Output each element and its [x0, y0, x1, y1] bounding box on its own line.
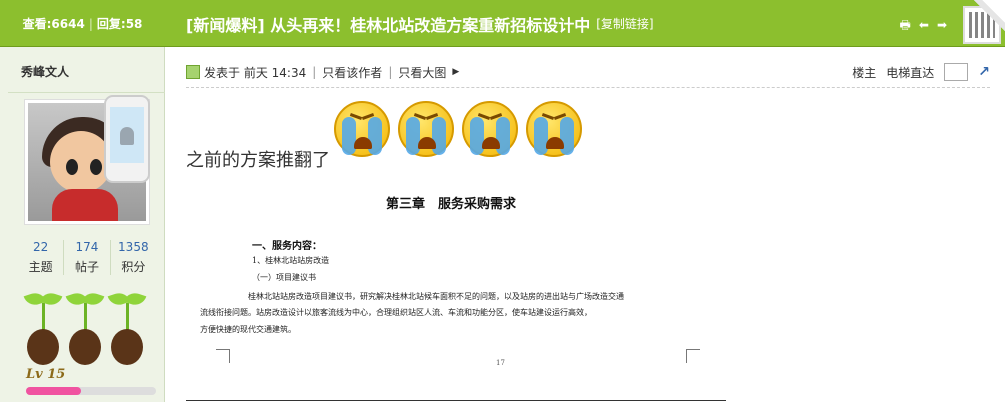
avatar-face: [50, 131, 112, 193]
sprout-seed: [27, 329, 59, 365]
crying-emoji-icon: [334, 101, 390, 157]
tear: [432, 117, 446, 155]
thread-header-bar: 查看: 6644 | 回复: 58 [新闻爆料] 从头再来！桂林北站改造方案重新…: [0, 0, 1005, 52]
crop-mark: [686, 349, 700, 363]
big-image-link[interactable]: 只看大图: [398, 64, 446, 81]
mouth: [418, 137, 436, 149]
replies-label: 回复:: [96, 17, 126, 31]
sprout-icon: [23, 290, 63, 365]
stat-value[interactable]: 174: [64, 240, 109, 254]
thread-title-area: [新闻爆料] 从头再来！桂林北站改造方案重新招标设计中 [复制链接]: [186, 0, 654, 47]
author-only-link[interactable]: 只看该作者: [322, 64, 382, 81]
sprout-stem: [84, 303, 87, 331]
floor-jump-input[interactable]: [944, 63, 969, 81]
document-image[interactable]: 第三章 服务采购需求 一、服务内容： 1、桂林北站站房改造 （一）项目建议书 桂…: [186, 183, 726, 383]
document-line: 1、桂林北站站房改造: [252, 256, 330, 265]
stat-value[interactable]: 22: [18, 240, 63, 254]
document-line: 流线衔接问题。站房改造设计以旅客流线为中心，合理组织站区人流、车流和功能分区，使…: [200, 308, 592, 317]
document-page-number: 17: [496, 359, 505, 367]
sprout-seed: [69, 329, 101, 365]
tear: [406, 117, 420, 155]
sprout-stem: [42, 303, 45, 331]
profile-divider: [8, 92, 165, 93]
crying-emoji-icon: [462, 101, 518, 157]
document-section: 一、服务内容：: [252, 241, 322, 252]
sprout-seed: [111, 329, 143, 365]
level-badge-sprouts: [23, 290, 147, 365]
crying-emoji-icon: [398, 101, 454, 157]
stat-label: 帖子: [74, 260, 99, 274]
tear: [342, 117, 356, 155]
tear: [470, 117, 484, 155]
author-username[interactable]: 秀峰文人: [21, 63, 69, 80]
avatar-eye: [66, 159, 78, 175]
mouth: [482, 137, 500, 149]
post-meta-bar: 发表于 前天 14:34 | 只看该作者 | 只看大图 ▶ 楼主 电梯直达 ↗: [186, 58, 990, 86]
user-level: Lv 15: [26, 367, 66, 382]
author-profile-panel: 秀峰文人 22 主题 174 帖子 1358 积分 Lv 15: [0, 47, 165, 402]
post-body-text: 之前的方案推翻了: [186, 150, 330, 171]
arrow-right-icon[interactable]: ➡: [937, 19, 947, 31]
triangle-right-icon[interactable]: ▶: [452, 67, 459, 77]
author-stat-posts[interactable]: 174 帖子: [64, 240, 111, 275]
crop-mark: [216, 349, 230, 363]
qr-code-icon[interactable]: [963, 6, 1001, 44]
tear: [368, 117, 382, 155]
sprout-icon: [107, 290, 147, 365]
copy-link-button[interactable]: [复制链接]: [596, 15, 653, 32]
jump-go-icon[interactable]: ↗: [978, 64, 990, 80]
stat-value[interactable]: 1358: [111, 240, 156, 254]
content-bottom-divider: [186, 400, 726, 401]
avatar-eye: [90, 159, 102, 175]
sprout-icon: [65, 290, 105, 365]
document-line: 方便快捷的现代交通建筑。: [200, 325, 296, 334]
mouth: [354, 137, 372, 149]
tear: [560, 117, 574, 155]
online-status-icon: [186, 65, 200, 79]
thread-stats: 查看: 6644 | 回复: 58: [0, 0, 165, 47]
floor-label: 楼主: [852, 65, 877, 80]
post-navigation: 楼主 电梯直达 ↗: [852, 58, 990, 86]
meta-divider: |: [312, 65, 317, 79]
tear: [534, 117, 548, 155]
document-line: （一）项目建议书: [252, 273, 316, 282]
stat-label: 积分: [121, 260, 146, 274]
crying-emoji-icon: [526, 101, 582, 157]
post-header-divider: [186, 87, 990, 88]
level-progress-fill: [26, 387, 81, 395]
mobile-device-badge: [104, 95, 150, 183]
android-icon: [120, 127, 134, 145]
thread-actions: 🖶 ⬅ ➡: [900, 19, 947, 31]
sprout-stem: [126, 303, 129, 331]
views-count: 6644: [51, 16, 85, 31]
stat-label: 主题: [28, 260, 53, 274]
print-icon[interactable]: 🖶: [900, 19, 911, 31]
level-progress-bar: [26, 387, 156, 395]
replies-count: 58: [125, 16, 143, 31]
avatar-shirt: [52, 189, 118, 221]
document-heading: 第三章 服务采购需求: [386, 197, 517, 212]
meta-divider: |: [388, 65, 393, 79]
posted-time: 前天 14:34: [243, 65, 307, 80]
mouth: [546, 137, 564, 149]
author-stat-topics[interactable]: 22 主题: [18, 240, 65, 275]
views-label: 查看:: [22, 17, 52, 31]
tear: [496, 117, 510, 155]
emoji-row: [334, 101, 582, 157]
jump-label: 电梯直达: [886, 65, 935, 80]
author-stats: 22 主题 174 帖子 1358 积分: [18, 240, 156, 275]
thread-title[interactable]: [新闻爆料] 从头再来！桂林北站改造方案重新招标设计中: [186, 12, 590, 36]
author-stat-points[interactable]: 1358 积分: [111, 240, 156, 275]
arrow-left-icon[interactable]: ⬅: [919, 19, 929, 31]
document-line: 桂林北站站房改造项目建议书，研究解决桂林北站候车面积不足的问题，以及站房的进出站…: [248, 292, 624, 301]
posted-prefix: 发表于: [204, 65, 241, 80]
stats-divider: |: [88, 16, 93, 31]
phone-screen: [110, 107, 144, 163]
